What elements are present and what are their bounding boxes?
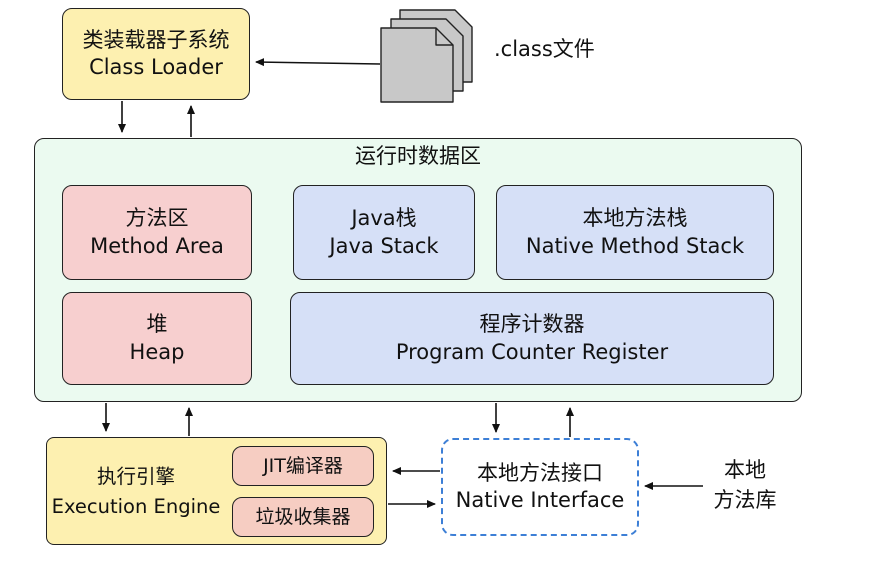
class-files-label: .class文件 — [494, 37, 595, 61]
heap-en: Heap — [129, 339, 185, 364]
class-loader-box: 类装载器子系统 Class Loader — [62, 8, 250, 100]
execution-engine-label: 执行引擎 Execution Engine — [50, 462, 222, 522]
method-area-cn: 方法区 — [125, 206, 189, 231]
runtime-data-area-title: 运行时数据区 — [355, 144, 481, 168]
method-area-en: Method Area — [90, 233, 224, 258]
native-library-label: 本地 方法库 — [712, 455, 778, 516]
method-area-box: 方法区 Method Area — [62, 185, 252, 280]
arrow-files-to-loader — [255, 58, 381, 67]
native-method-stack-en: Native Method Stack — [525, 233, 745, 258]
java-stack-cn: Java栈 — [351, 206, 417, 231]
execution-engine-cn: 执行引擎 — [96, 465, 175, 488]
garbage-collector-box: 垃圾收集器 — [232, 497, 374, 537]
native-method-stack-cn: 本地方法栈 — [582, 206, 688, 231]
native-interface-en: Native Interface — [455, 488, 625, 512]
native-interface-box: 本地方法接口 Native Interface — [441, 438, 639, 536]
class-loader-cn: 类装载器子系统 — [82, 27, 230, 52]
class-loader-en: Class Loader — [89, 55, 223, 79]
jit-compiler-box: JIT编译器 — [232, 446, 374, 486]
heap-cn: 堆 — [146, 312, 168, 337]
native-interface-cn: 本地方法接口 — [477, 460, 603, 485]
native-library-line2: 方法库 — [713, 488, 777, 513]
pc-register-en: Program Counter Register — [395, 339, 669, 364]
java-stack-box: Java栈 Java Stack — [293, 185, 475, 280]
native-library-line1: 本地 — [724, 458, 766, 482]
execution-engine-en: Execution Engine — [51, 495, 221, 519]
garbage-collector-label: 垃圾收集器 — [255, 505, 351, 528]
pc-register-box: 程序计数器 Program Counter Register — [290, 292, 774, 385]
pc-register-cn: 程序计数器 — [479, 312, 585, 337]
jit-compiler-label: JIT编译器 — [263, 454, 343, 477]
java-stack-en: Java Stack — [329, 233, 439, 258]
heap-box: 堆 Heap — [62, 292, 252, 385]
native-method-stack-box: 本地方法栈 Native Method Stack — [496, 185, 774, 280]
